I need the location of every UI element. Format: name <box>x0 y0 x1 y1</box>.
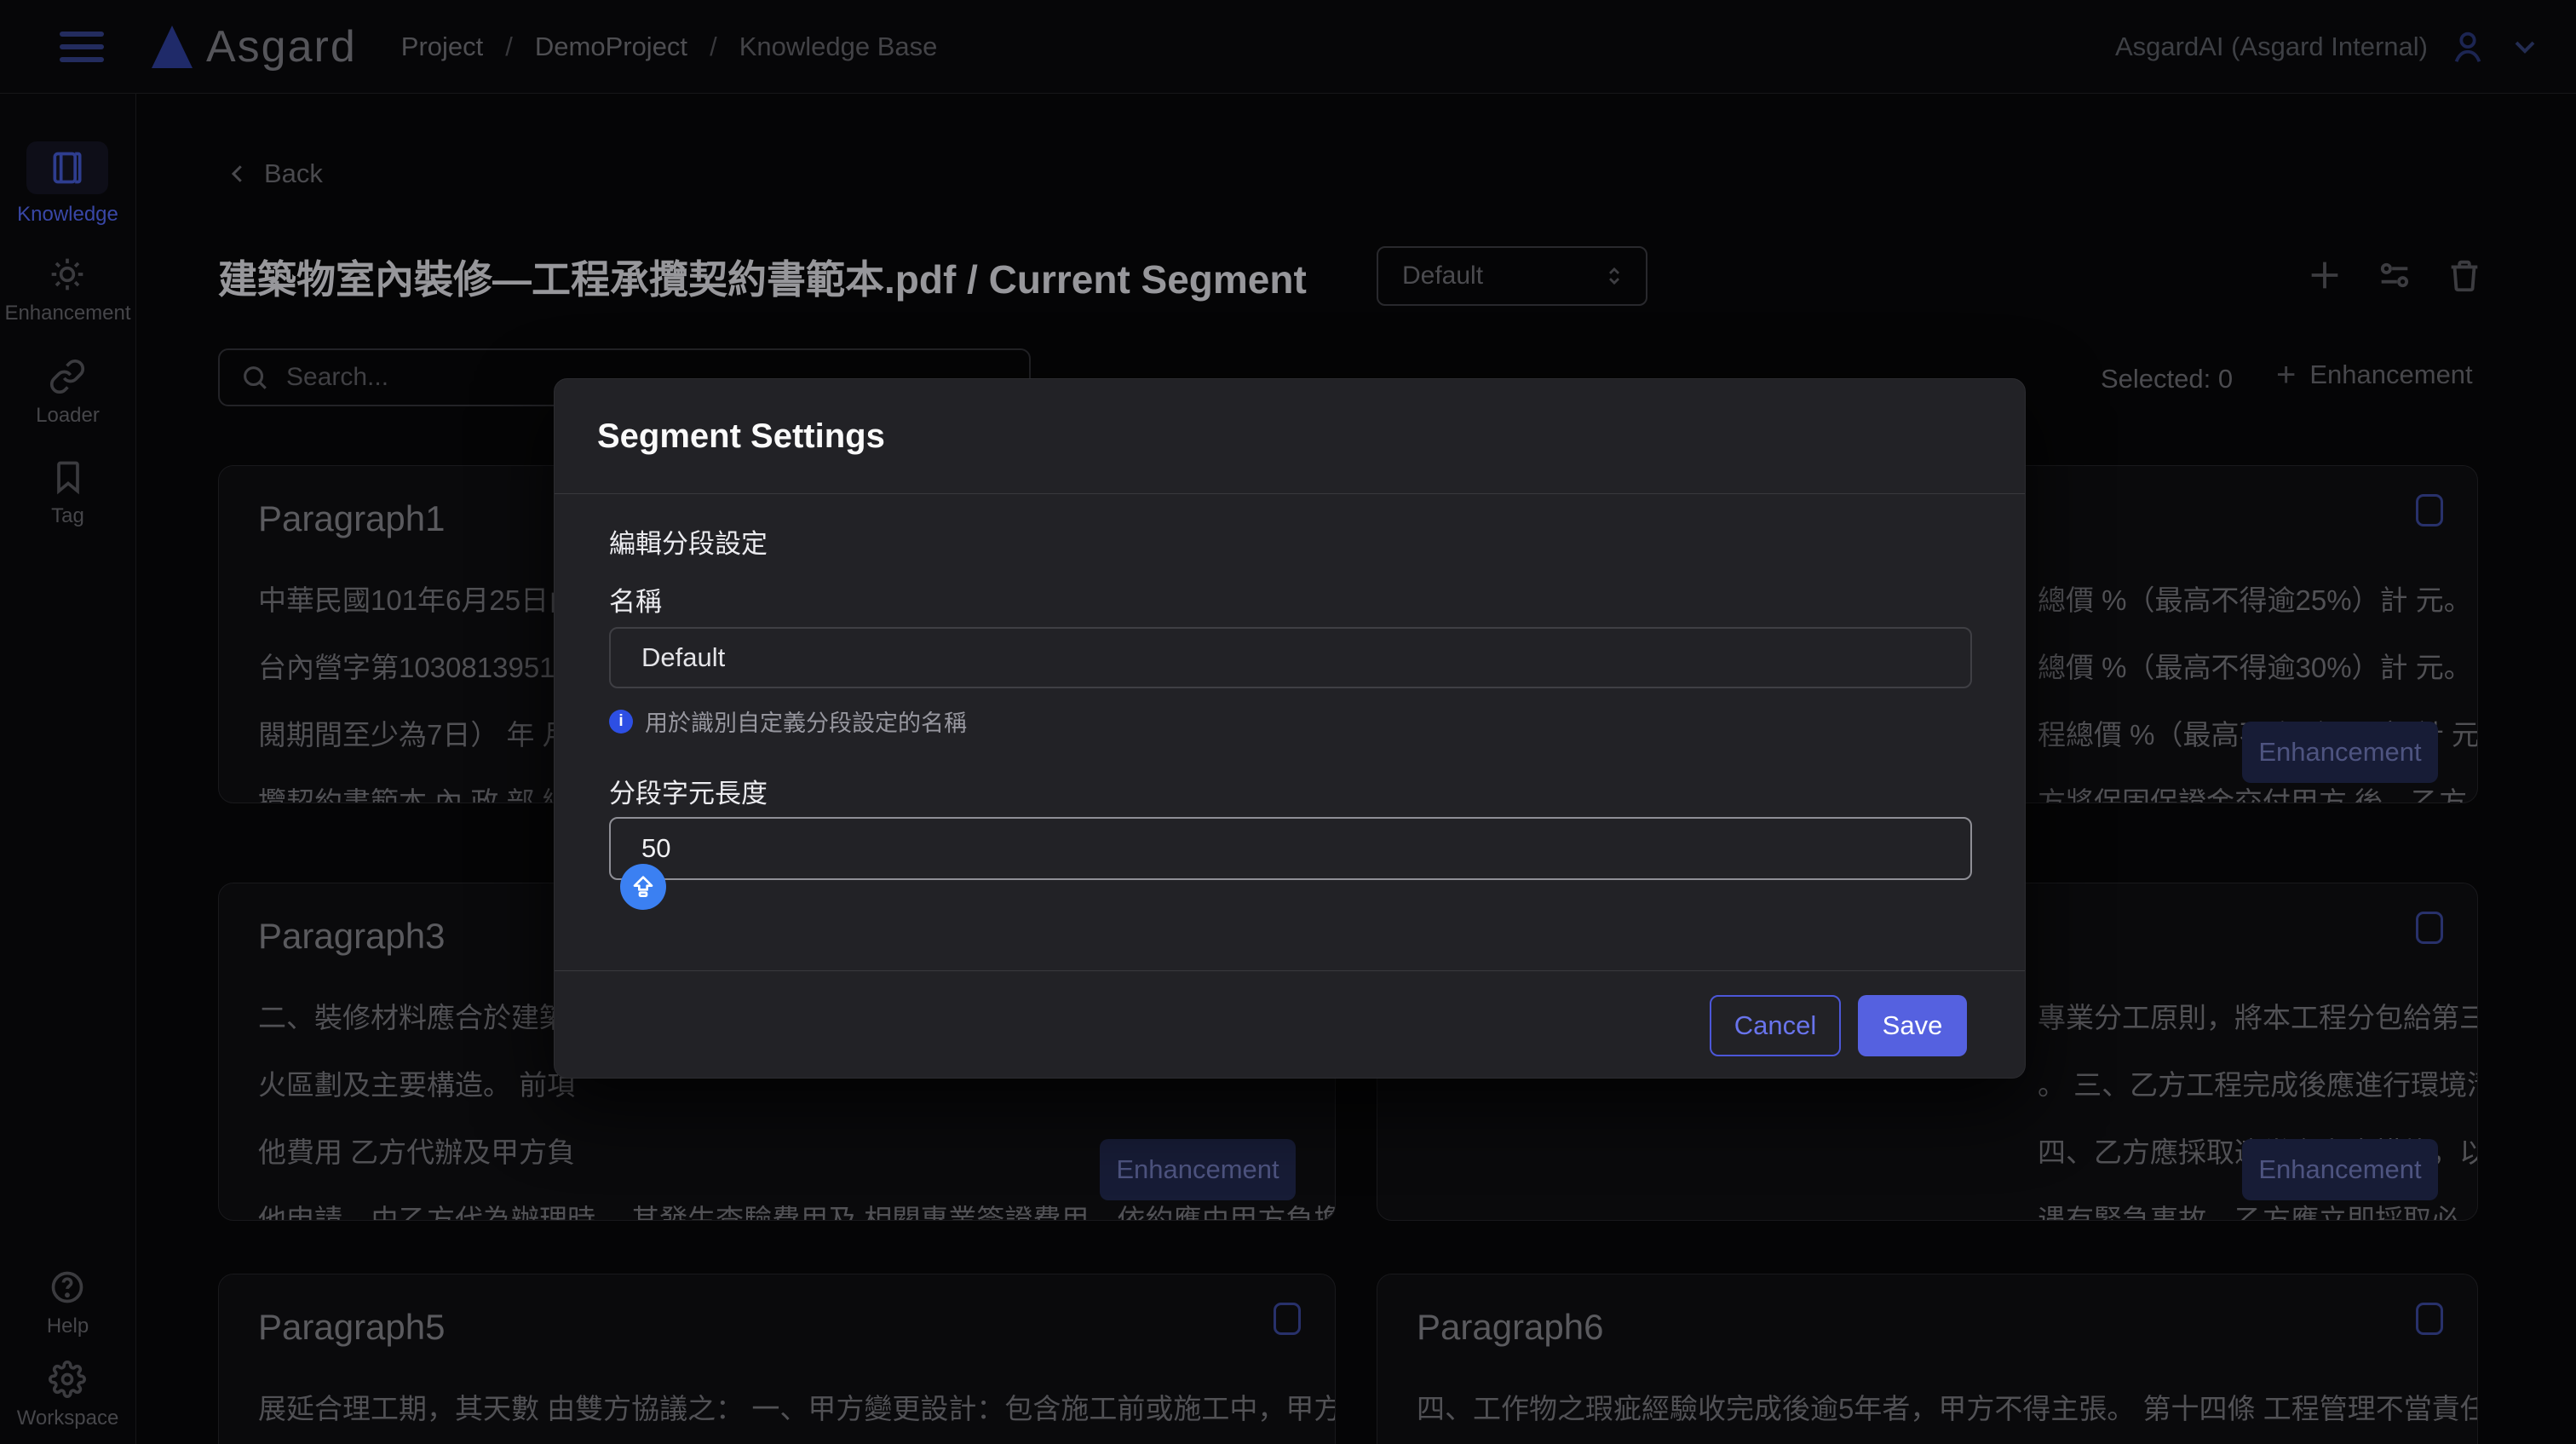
modal-subtitle: 編輯分段設定 <box>609 522 768 561</box>
cancel-button[interactable]: Cancel <box>1710 995 1841 1056</box>
name-hint-text: 用於識別自定義分段設定的名稱 <box>645 705 967 738</box>
modal-footer: Cancel Save <box>555 970 2025 1079</box>
modal-header: Segment Settings <box>555 379 2025 494</box>
app-root: Asgard Project / DemoProject / Knowledge… <box>0 0 2576 1444</box>
name-field[interactable] <box>609 627 1972 688</box>
length-field-label: 分段字元長度 <box>609 772 768 810</box>
save-button[interactable]: Save <box>1858 995 1967 1056</box>
name-hint: i 用於識別自定義分段設定的名稱 <box>609 705 967 738</box>
modal-title: Segment Settings <box>597 417 885 456</box>
segment-settings-modal: Segment Settings 編輯分段設定 名稱 i 用於識別自定義分段設定… <box>554 378 2026 1079</box>
caps-lock-indicator-icon <box>620 864 666 910</box>
name-field-label: 名稱 <box>609 580 662 618</box>
info-icon: i <box>609 710 633 734</box>
segment-length-field[interactable] <box>609 817 1972 880</box>
